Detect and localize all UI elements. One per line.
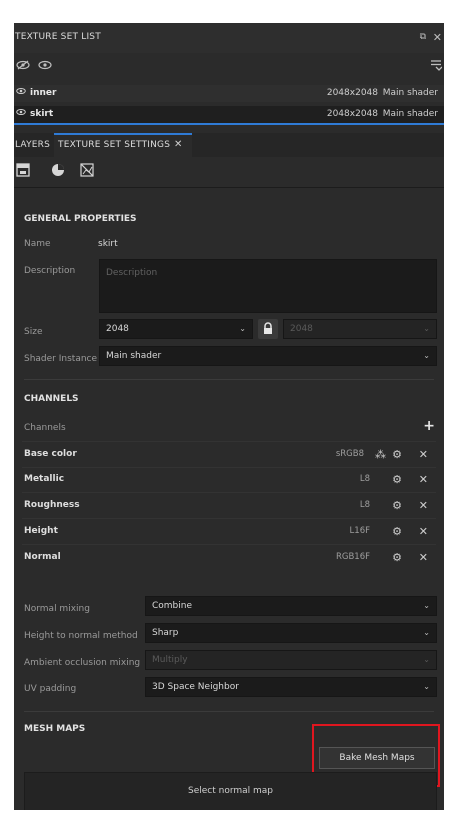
tab-texture-set-settings[interactable]: TEXTURE SET SETTINGS ✕ xyxy=(54,133,192,157)
bake-mesh-maps-label: Bake Mesh Maps xyxy=(339,753,415,763)
channel-format[interactable]: L8 xyxy=(360,467,370,492)
add-channel-button[interactable]: + xyxy=(423,418,435,434)
texture-set-list-title: TEXTURE SET LIST xyxy=(15,32,101,42)
texture-set-settings-icon[interactable] xyxy=(16,163,34,181)
texture-set-toolbar xyxy=(14,53,444,79)
shader-instance-value: Main shader xyxy=(106,351,162,361)
texture-panel-window: TEXTURE SET LIST ⧉ ✕ inner 2048x2048 Mai… xyxy=(14,23,444,810)
texture-set-shader: Main shader xyxy=(382,109,438,119)
ao-mixing-dropdown: Multiply ⌄ xyxy=(145,650,437,670)
show-eye-icon[interactable] xyxy=(38,60,52,72)
select-normal-map-label: Select normal map xyxy=(187,786,274,796)
uv-padding-value: 3D Space Neighbor xyxy=(152,682,239,692)
uv-padding-label: UV padding xyxy=(24,684,77,694)
channel-format[interactable]: L16F xyxy=(350,519,370,544)
visibility-eye-icon[interactable] xyxy=(16,85,26,102)
name-label: Name xyxy=(24,239,51,249)
size-dropdown[interactable]: 2048 ⌄ xyxy=(99,319,253,339)
texture-set-shader: Main shader xyxy=(382,88,438,98)
name-value[interactable]: skirt xyxy=(98,239,118,249)
chevron-down-icon: ⌄ xyxy=(423,601,430,610)
texture-set-resolution: 2048x2048 xyxy=(326,88,378,98)
size-lock-button[interactable] xyxy=(258,319,278,339)
remove-icon[interactable]: ✕ xyxy=(419,493,428,518)
uv-padding-dropdown[interactable]: 3D Space Neighbor ⌄ xyxy=(145,677,437,697)
normal-mixing-value: Combine xyxy=(152,601,193,611)
shader-instance-label: Shader Instance xyxy=(24,354,98,364)
material-sphere-icon[interactable] xyxy=(51,163,69,181)
uv-map-icon[interactable] xyxy=(80,163,98,181)
size-locked-dropdown: 2048 ⌄ xyxy=(283,319,437,339)
texture-set-list-header: TEXTURE SET LIST ⧉ ✕ xyxy=(14,23,444,53)
channel-name: Height xyxy=(24,526,58,536)
gear-icon[interactable]: ⚙ xyxy=(392,519,402,544)
remove-icon[interactable]: ✕ xyxy=(419,467,428,492)
hide-eye-icon[interactable] xyxy=(16,60,30,72)
remove-icon[interactable]: ✕ xyxy=(419,545,428,570)
gear-icon[interactable]: ⚙ xyxy=(392,467,402,492)
channel-row-normal[interactable]: Normal RGB16F ⚙ ✕ xyxy=(22,545,436,570)
size-label: Size xyxy=(24,327,43,337)
shader-instance-dropdown[interactable]: Main shader ⌄ xyxy=(99,346,437,366)
general-properties-title: GENERAL PROPERTIES xyxy=(24,214,137,224)
dots-cluster-icon[interactable]: ⁂ xyxy=(375,442,386,467)
channel-format[interactable]: sRGB8 xyxy=(336,442,364,467)
tab-texture-set-settings-label: TEXTURE SET SETTINGS xyxy=(58,140,171,150)
texture-set-name: inner xyxy=(30,88,57,98)
channel-row-height[interactable]: Height L16F ⚙ ✕ xyxy=(22,519,436,545)
remove-icon[interactable]: ✕ xyxy=(419,442,428,467)
chevron-down-icon: ⌄ xyxy=(423,351,430,360)
normal-mixing-dropdown[interactable]: Combine ⌄ xyxy=(145,596,437,616)
channel-row-base-color[interactable]: Base color sRGB8 ⁂ ⚙ ✕ xyxy=(22,441,436,468)
gear-icon[interactable]: ⚙ xyxy=(392,442,402,467)
size-value: 2048 xyxy=(106,324,129,334)
texture-set-row[interactable]: inner 2048x2048 Main shader xyxy=(14,85,444,102)
texture-set-name: skirt xyxy=(30,109,54,119)
height-to-normal-dropdown[interactable]: Sharp ⌄ xyxy=(145,623,437,643)
ao-mixing-label: Ambient occlusion mixing xyxy=(24,658,141,668)
gear-icon[interactable]: ⚙ xyxy=(392,493,402,518)
divider xyxy=(24,711,434,712)
chevron-down-icon: ⌄ xyxy=(423,682,430,691)
description-placeholder: Description xyxy=(106,268,158,278)
channel-name: Roughness xyxy=(24,500,80,510)
visibility-eye-icon[interactable] xyxy=(16,106,26,123)
channel-name: Normal xyxy=(24,552,61,562)
channel-format[interactable]: L8 xyxy=(360,493,370,518)
channel-format[interactable]: RGB16F xyxy=(336,545,370,570)
chevron-down-icon: ⌄ xyxy=(239,324,246,333)
height-to-normal-label: Height to normal method xyxy=(24,631,138,641)
bake-mesh-maps-button[interactable]: Bake Mesh Maps xyxy=(319,747,435,769)
remove-icon[interactable]: ✕ xyxy=(419,519,428,544)
close-icon[interactable]: ✕ xyxy=(433,32,442,43)
select-normal-map-slot[interactable]: Select normal map xyxy=(24,772,437,810)
normal-mixing-label: Normal mixing xyxy=(24,604,90,614)
chevron-down-icon: ⌄ xyxy=(423,628,430,637)
tab-close-icon[interactable]: ✕ xyxy=(174,139,182,150)
settings-toolbar xyxy=(14,157,444,188)
channels-header-label: Channels xyxy=(24,423,66,433)
mesh-maps-title: MESH MAPS xyxy=(24,724,86,734)
channel-name: Base color xyxy=(24,449,77,459)
divider xyxy=(24,379,434,380)
channel-name: Metallic xyxy=(24,474,65,484)
texture-set-resolution: 2048x2048 xyxy=(326,109,378,119)
description-label: Description xyxy=(24,266,76,276)
size-locked-value: 2048 xyxy=(290,324,313,334)
texture-set-row-selected[interactable]: skirt 2048x2048 Main shader xyxy=(14,106,444,125)
tab-layers[interactable]: LAYERS xyxy=(15,140,50,150)
lock-icon xyxy=(264,322,272,334)
channel-row-roughness[interactable]: Roughness L8 ⚙ ✕ xyxy=(22,493,436,519)
ao-mixing-value: Multiply xyxy=(152,655,188,665)
tab-bar: LAYERS TEXTURE SET SETTINGS ✕ xyxy=(14,133,444,157)
channel-row-metallic[interactable]: Metallic L8 ⚙ ✕ xyxy=(22,467,436,493)
gear-icon[interactable]: ⚙ xyxy=(392,545,402,570)
height-to-normal-value: Sharp xyxy=(152,628,179,638)
channels-title: CHANNELS xyxy=(24,394,79,404)
chevron-down-icon: ⌄ xyxy=(423,324,430,333)
list-options-icon[interactable] xyxy=(430,59,443,73)
chevron-down-icon: ⌄ xyxy=(423,655,430,664)
description-field[interactable]: Description xyxy=(99,259,437,313)
undock-icon[interactable]: ⧉ xyxy=(420,33,426,42)
